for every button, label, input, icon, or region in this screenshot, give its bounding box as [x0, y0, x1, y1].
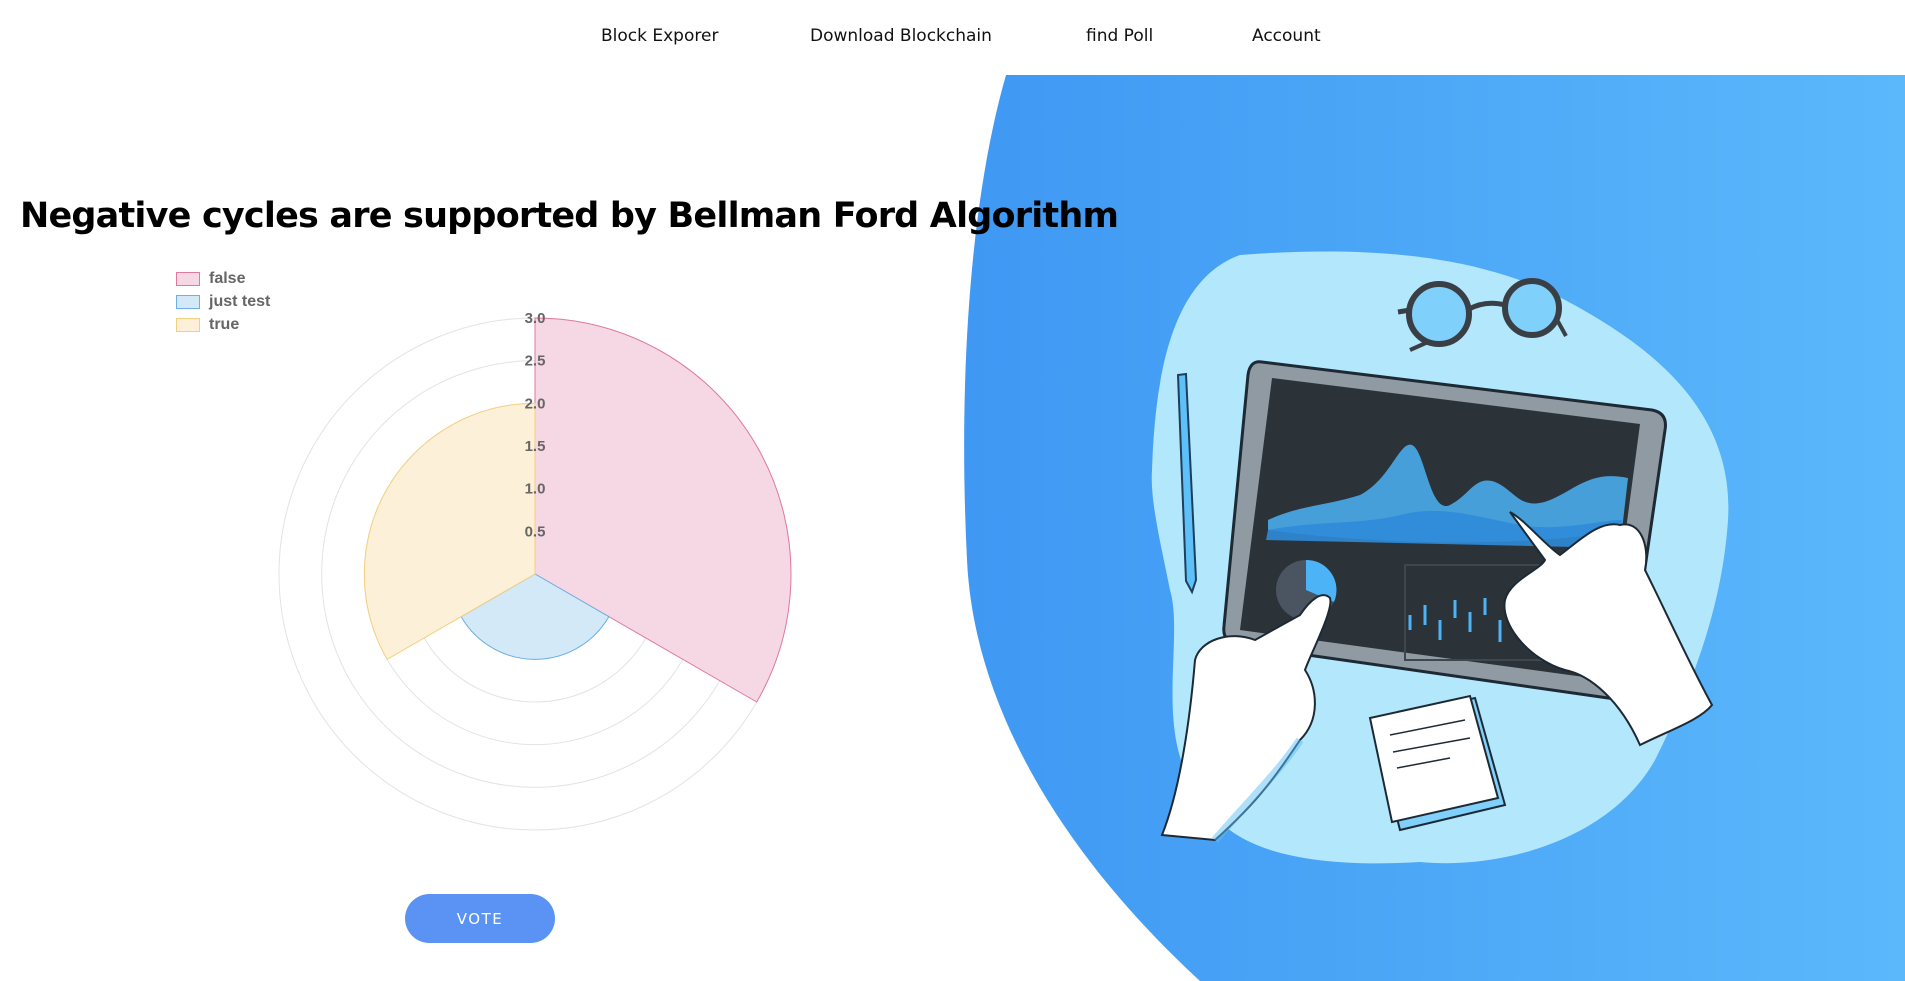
tick-label-2: 1.0 — [525, 481, 546, 498]
tick-label-6: 3.0 — [525, 310, 546, 327]
tick-label-5: 2.5 — [525, 353, 546, 370]
legend-label-false: false — [209, 269, 246, 287]
poll-question-title: Negative cycles are supported by Bellman… — [20, 196, 1119, 236]
tick-label-1: 0.5 — [525, 523, 546, 540]
polar-area-chart: 0.5 1.0 1.5 2.0 2.5 3.0 — [278, 310, 792, 831]
tick-label-3: 1.5 — [525, 438, 546, 455]
vote-button[interactable]: VOTE — [405, 894, 555, 943]
legend-item-false[interactable]: false — [176, 267, 270, 290]
legend-swatch-false — [176, 271, 200, 286]
tick-label-4: 2.0 — [525, 395, 546, 412]
